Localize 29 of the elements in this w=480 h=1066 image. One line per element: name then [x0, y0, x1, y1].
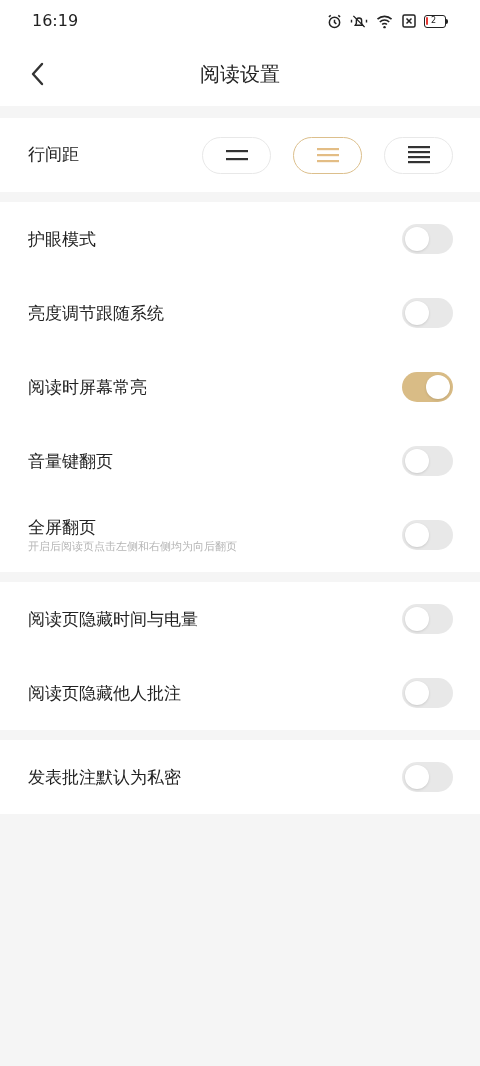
toggle-switch[interactable]	[402, 372, 453, 402]
wifi-icon	[376, 13, 394, 29]
page-title: 阅读设置	[200, 61, 280, 88]
toggle-switch[interactable]	[402, 446, 453, 476]
setting-label: 亮度调节跟随系统	[28, 302, 164, 325]
setting-label: 音量键翻页	[28, 450, 113, 473]
toggle-switch[interactable]	[402, 604, 453, 634]
toggle-switch[interactable]	[402, 520, 453, 550]
toggle-switch[interactable]	[402, 224, 453, 254]
line-spacing-icon	[225, 149, 248, 161]
battery-level: 2	[431, 17, 437, 25]
setting-label: 发表批注默认为私密	[28, 766, 181, 789]
alarm-clock-icon	[327, 13, 342, 29]
setting-label: 护眼模式	[28, 228, 96, 251]
setting-label: 全屏翻页	[28, 516, 97, 539]
muted-bell-icon	[350, 13, 368, 29]
setting-label: 阅读时屏幕常亮	[28, 376, 147, 399]
setting-label: 阅读页隐藏他人批注	[28, 682, 181, 705]
status-time: 16:19	[32, 10, 79, 32]
toggle-switch[interactable]	[402, 298, 453, 328]
line-spacing-icon	[316, 147, 339, 163]
no-sim-icon	[402, 14, 416, 28]
back-icon	[30, 62, 44, 86]
toggle-switch[interactable]	[402, 678, 453, 708]
toggle-switch[interactable]	[402, 762, 453, 792]
setting-label: 行间距	[28, 143, 79, 167]
setting-label: 阅读页隐藏时间与电量	[28, 608, 198, 631]
line-spacing-icon	[407, 146, 430, 164]
setting-hint: 开启后阅读页点击左侧和右侧均为向后翻页	[28, 539, 237, 555]
